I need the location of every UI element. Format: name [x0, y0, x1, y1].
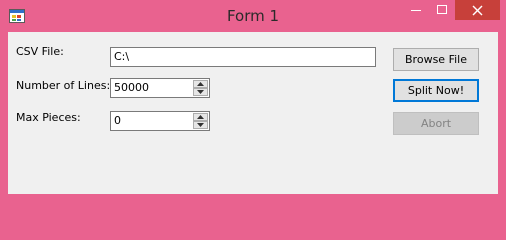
- number-of-lines-up-button[interactable]: [193, 80, 208, 88]
- max-pieces-up-button[interactable]: [193, 113, 208, 121]
- abort-button[interactable]: Abort: [393, 112, 479, 135]
- minimize-icon: [411, 10, 421, 11]
- number-of-lines-spin-buttons: [193, 80, 208, 96]
- max-pieces-spin-buttons: [193, 113, 208, 129]
- number-of-lines-label: Number of Lines:: [16, 79, 111, 92]
- number-of-lines-stepper[interactable]: 50000: [110, 78, 210, 98]
- maximize-button[interactable]: [429, 0, 455, 20]
- number-of-lines-down-button[interactable]: [193, 88, 208, 96]
- minimize-button[interactable]: [403, 0, 429, 20]
- title-bar[interactable]: Form 1: [0, 0, 506, 32]
- max-pieces-value: 0: [114, 114, 121, 127]
- csv-file-label: CSV File:: [16, 45, 64, 58]
- arrow-up-icon: [197, 115, 204, 119]
- form-client-area: CSV File: C:\ Number of Lines: 50000 Max…: [8, 32, 498, 194]
- max-pieces-stepper[interactable]: 0: [110, 111, 210, 131]
- max-pieces-down-button[interactable]: [193, 121, 208, 129]
- number-of-lines-value: 50000: [114, 81, 149, 94]
- arrow-down-icon: [197, 90, 204, 94]
- browse-file-button[interactable]: Browse File: [393, 48, 479, 71]
- maximize-icon: [437, 5, 447, 14]
- csv-file-input[interactable]: C:\: [110, 47, 376, 67]
- arrow-up-icon: [197, 82, 204, 86]
- max-pieces-label: Max Pieces:: [16, 111, 81, 124]
- close-icon: [472, 5, 483, 16]
- close-button[interactable]: [455, 0, 500, 20]
- app-window: Form 1 CSV File: C:\ Number of Lines: 50…: [0, 0, 506, 202]
- split-now-button[interactable]: Split Now!: [393, 79, 479, 102]
- arrow-down-icon: [197, 123, 204, 127]
